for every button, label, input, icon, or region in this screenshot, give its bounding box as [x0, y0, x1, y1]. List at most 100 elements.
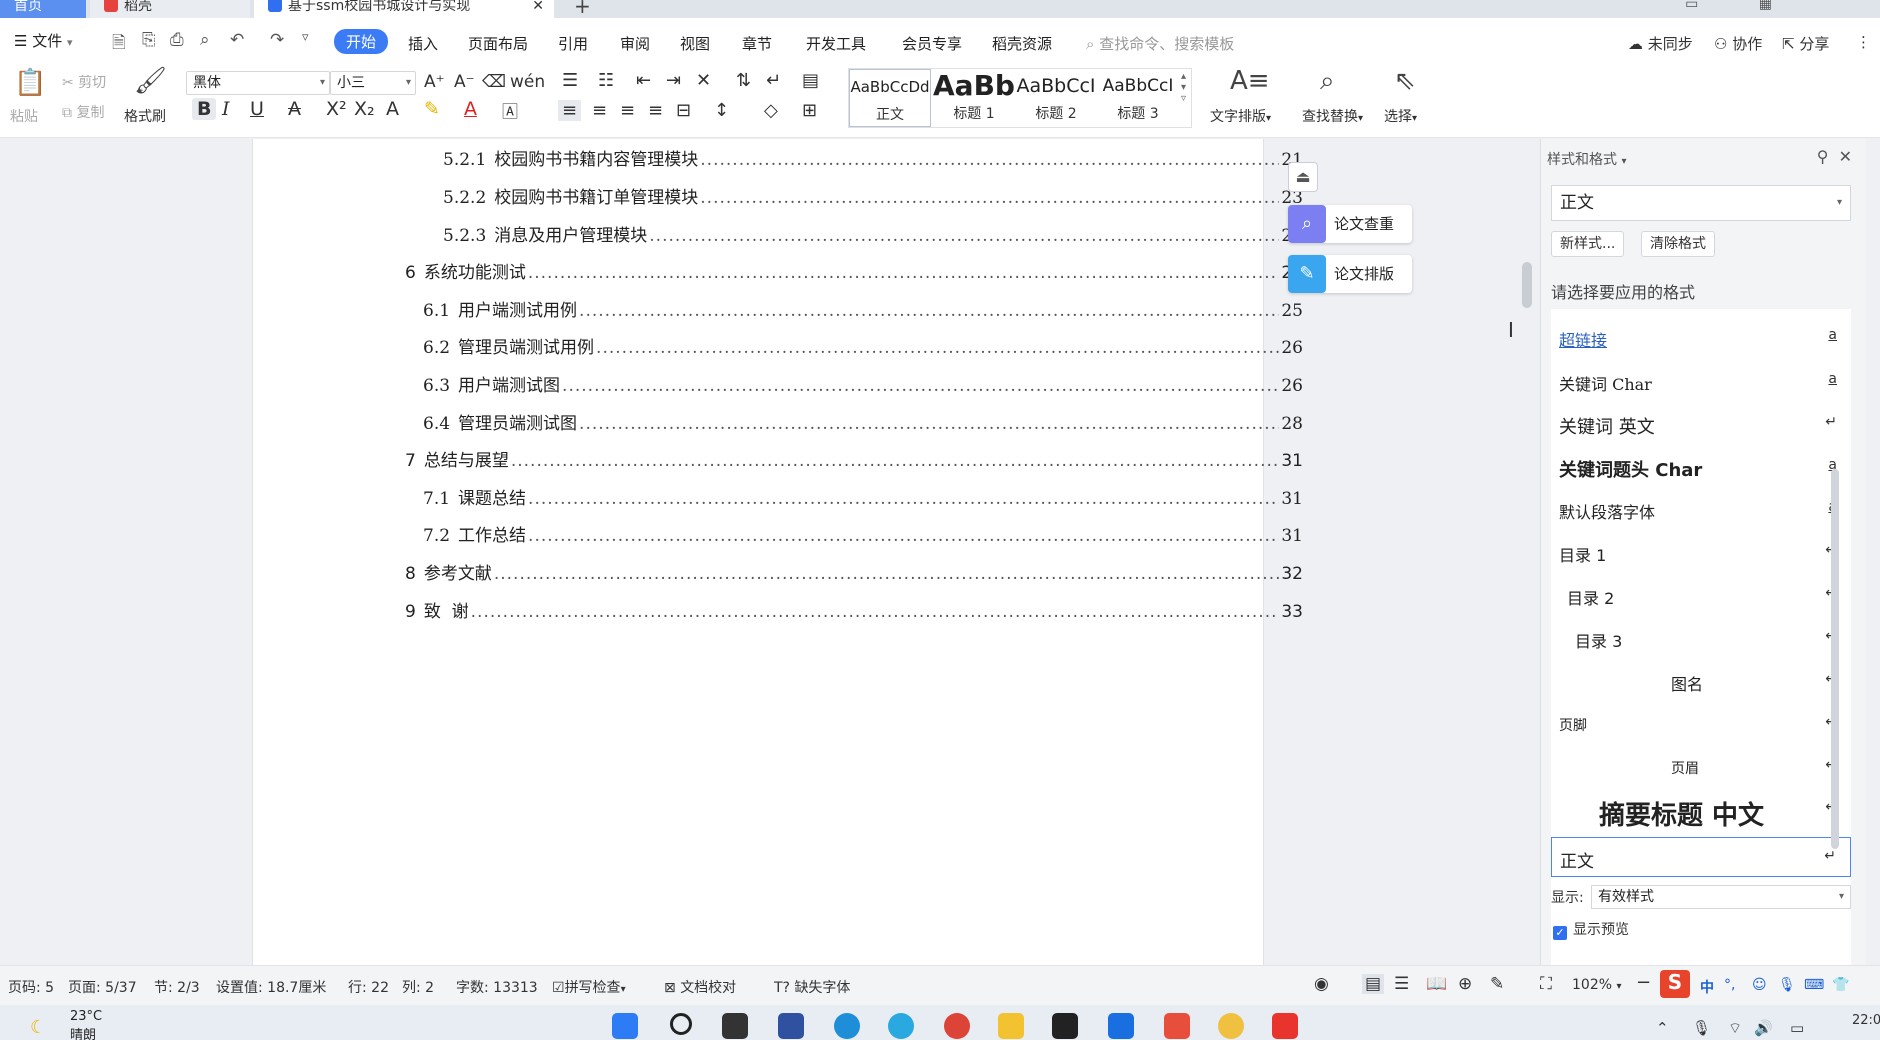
line-spacing-icon[interactable]: ↕ — [714, 100, 729, 121]
menu-chapter[interactable]: 章节 — [742, 33, 772, 54]
toc-entry[interactable]: 7.2 工作总结.................................… — [423, 521, 1303, 546]
doc-proof-button[interactable]: ⊠ 文档校对 — [664, 977, 736, 997]
edge-icon[interactable] — [834, 1013, 860, 1039]
style-item-default-font[interactable]: 默认段落字体a — [1551, 489, 1851, 529]
zoom-out-icon[interactable]: − — [1636, 972, 1651, 993]
subscript-icon[interactable]: X₂ — [354, 98, 375, 120]
font-color-icon[interactable]: A — [464, 98, 477, 120]
menu-references[interactable]: 引用 — [558, 33, 588, 54]
style-item-toc-2[interactable]: 目录 2↵ — [1551, 575, 1851, 615]
outline-view-icon[interactable]: ☰ — [1394, 974, 1409, 994]
battery-icon[interactable]: ▭ — [1790, 1019, 1804, 1037]
current-style-select[interactable]: 正文 ▾ — [1551, 185, 1851, 221]
search-icon[interactable] — [670, 1013, 692, 1035]
select-button[interactable]: 选择▾ — [1384, 106, 1417, 126]
toc-entry[interactable]: 5.2.2 校园购书书籍订单管理模块.......................… — [443, 183, 1303, 208]
menu-docer-resources[interactable]: 稻壳资源 — [992, 33, 1052, 54]
toc-entry[interactable]: 6 系统功能测试.................................… — [405, 258, 1303, 283]
shrink-font-icon[interactable]: A⁻ — [454, 72, 475, 92]
collab-button[interactable]: ⚇ 协作 — [1714, 33, 1762, 54]
menu-view[interactable]: 视图 — [680, 33, 710, 54]
fit-page-icon[interactable]: ⛶ — [1540, 974, 1552, 994]
ie-icon[interactable] — [888, 1013, 914, 1039]
format-painter-button[interactable]: 格式刷 — [124, 106, 166, 126]
print-icon[interactable]: ⎙ — [170, 30, 184, 50]
export-pdf-icon[interactable]: ⎘ — [142, 30, 156, 50]
paste-button[interactable]: 粘贴 — [10, 106, 38, 126]
paper-check-button[interactable]: ⌕ 论文查重 — [1288, 205, 1412, 243]
font-size-select[interactable]: 小三 ▾ — [330, 71, 416, 95]
style-item-keyword-head-char[interactable]: 关键词题头 Char a — [1551, 447, 1851, 487]
sync-button[interactable]: ☁ 未同步 — [1628, 33, 1693, 54]
web-view-icon[interactable]: ⊕ — [1458, 974, 1472, 994]
wps-icon[interactable] — [1272, 1013, 1298, 1039]
window-layout-icons[interactable]: ▭ ▦ — [1685, 0, 1800, 12]
status-setting[interactable]: 设置值: 18.7厘米 — [216, 977, 326, 997]
print-preview-icon[interactable]: ⌕ — [200, 30, 210, 50]
sort-icon[interactable]: ⇅ — [736, 70, 751, 91]
phonetic-icon[interactable]: wén — [510, 72, 545, 92]
align-left-icon[interactable]: ≡ — [558, 100, 582, 121]
style-item-normal[interactable]: 正文 ↵ — [1551, 837, 1851, 877]
undo-icon[interactable]: ↶ — [230, 30, 244, 50]
style-heading-2[interactable]: AaBbCcI 标题 2 — [1015, 69, 1097, 127]
command-search[interactable]: ⌕ 查找命令、搜索模板 — [1086, 33, 1234, 54]
table-lines-icon[interactable]: ▤ — [802, 70, 819, 91]
app-icon[interactable] — [1218, 1013, 1244, 1039]
scrollbar-thumb[interactable] — [1522, 262, 1532, 308]
underline-icon[interactable]: U — [250, 98, 264, 120]
app-icon[interactable] — [778, 1013, 804, 1039]
reading-view-icon[interactable]: 📖 — [1426, 974, 1447, 994]
menu-review[interactable]: 审阅 — [620, 33, 650, 54]
tab-document[interactable]: 基于ssm校园书城设计与实现 ✕ — [254, 0, 554, 18]
style-item-toc-3[interactable]: 目录 3↵ — [1551, 618, 1851, 658]
more-icon[interactable]: ⋮ — [1856, 33, 1871, 51]
file-menu[interactable]: ☰ 文件 ▾ — [14, 30, 73, 51]
style-heading-1[interactable]: AaBb 标题 1 — [933, 69, 1015, 127]
eye-protection-icon[interactable]: ◉ — [1314, 974, 1329, 994]
show-marks-icon[interactable]: ↵ — [766, 70, 781, 91]
status-col[interactable]: 列: 2 — [402, 977, 434, 997]
wifi-icon[interactable]: ⌔ — [1728, 1019, 1742, 1038]
increase-indent-icon[interactable]: ⇥ — [666, 70, 681, 91]
justify-icon[interactable]: ≡ — [648, 100, 663, 121]
spell-check-button[interactable]: ☑拼写检查▾ — [552, 977, 626, 997]
paper-layout-button[interactable]: ✎ 论文排版 — [1288, 255, 1412, 293]
new-style-button[interactable]: 新样式... — [1551, 231, 1625, 257]
missing-font-button[interactable]: T? 缺失字体 — [774, 977, 850, 997]
ime-skin-icon[interactable]: 👕 — [1832, 977, 1849, 993]
style-item-keyword-en[interactable]: 关键词 英文 ↵ — [1551, 404, 1851, 444]
font-name-select[interactable]: 黑体 ▾ — [186, 71, 330, 95]
ime-emoji-icon[interactable]: ☺ — [1752, 977, 1767, 993]
text-layout-button[interactable]: 文字排版▾ — [1210, 106, 1271, 126]
bullet-list-icon[interactable]: ☰ — [562, 70, 578, 91]
chrome-icon[interactable] — [944, 1013, 970, 1039]
intellij-icon[interactable] — [1052, 1013, 1078, 1039]
save-icon[interactable]: 🗎 — [112, 30, 126, 59]
menu-page-layout[interactable]: 页面布局 — [468, 33, 528, 54]
find-replace-button[interactable]: 查找替换▾ — [1302, 106, 1363, 126]
customize-toolbar-icon[interactable]: ▿ — [302, 30, 309, 45]
folder-icon[interactable] — [998, 1013, 1024, 1039]
toc-entry[interactable]: 6.2 管理员端测试用例.............................… — [423, 333, 1303, 358]
zoom-select[interactable]: 102% ▾ — [1572, 977, 1622, 993]
menu-member[interactable]: 会员专享 — [902, 33, 962, 54]
styles-pane-title[interactable]: 样式和格式 ▾ — [1547, 149, 1626, 169]
ime-voice-icon[interactable]: 🎙 — [1778, 977, 1796, 993]
status-row[interactable]: 行: 22 — [348, 977, 389, 997]
document-page[interactable]: 5.2.1 校园购书书籍内容管理模块.......................… — [252, 139, 1303, 965]
style-heading-3[interactable]: AaBbCcI 标题 3 — [1097, 69, 1179, 127]
sogou-ime-icon[interactable]: S — [1660, 970, 1690, 998]
style-item-header[interactable]: 页眉↵ — [1551, 747, 1851, 787]
toc-entry[interactable]: 6.4 管理员端测试图..............................… — [423, 409, 1303, 434]
windows-start-icon[interactable] — [612, 1013, 638, 1039]
new-tab-icon[interactable]: + — [574, 0, 591, 18]
microphone-icon[interactable]: 🎙 — [1692, 1019, 1711, 1037]
collapse-toolbar-icon[interactable]: ⏏ — [1288, 162, 1318, 192]
toc-entry[interactable]: 9 致 谢....................................… — [405, 597, 1303, 622]
decrease-indent-icon[interactable]: ⇤ — [636, 70, 651, 91]
highlight-icon[interactable]: ✎ — [424, 98, 440, 120]
toc-entry[interactable]: 5.2.1 校园购书书籍内容管理模块.......................… — [443, 145, 1303, 170]
superscript-icon[interactable]: X² — [326, 98, 347, 120]
toc-entry[interactable]: 5.2.3 消息及用户管理模块..........................… — [443, 221, 1303, 246]
